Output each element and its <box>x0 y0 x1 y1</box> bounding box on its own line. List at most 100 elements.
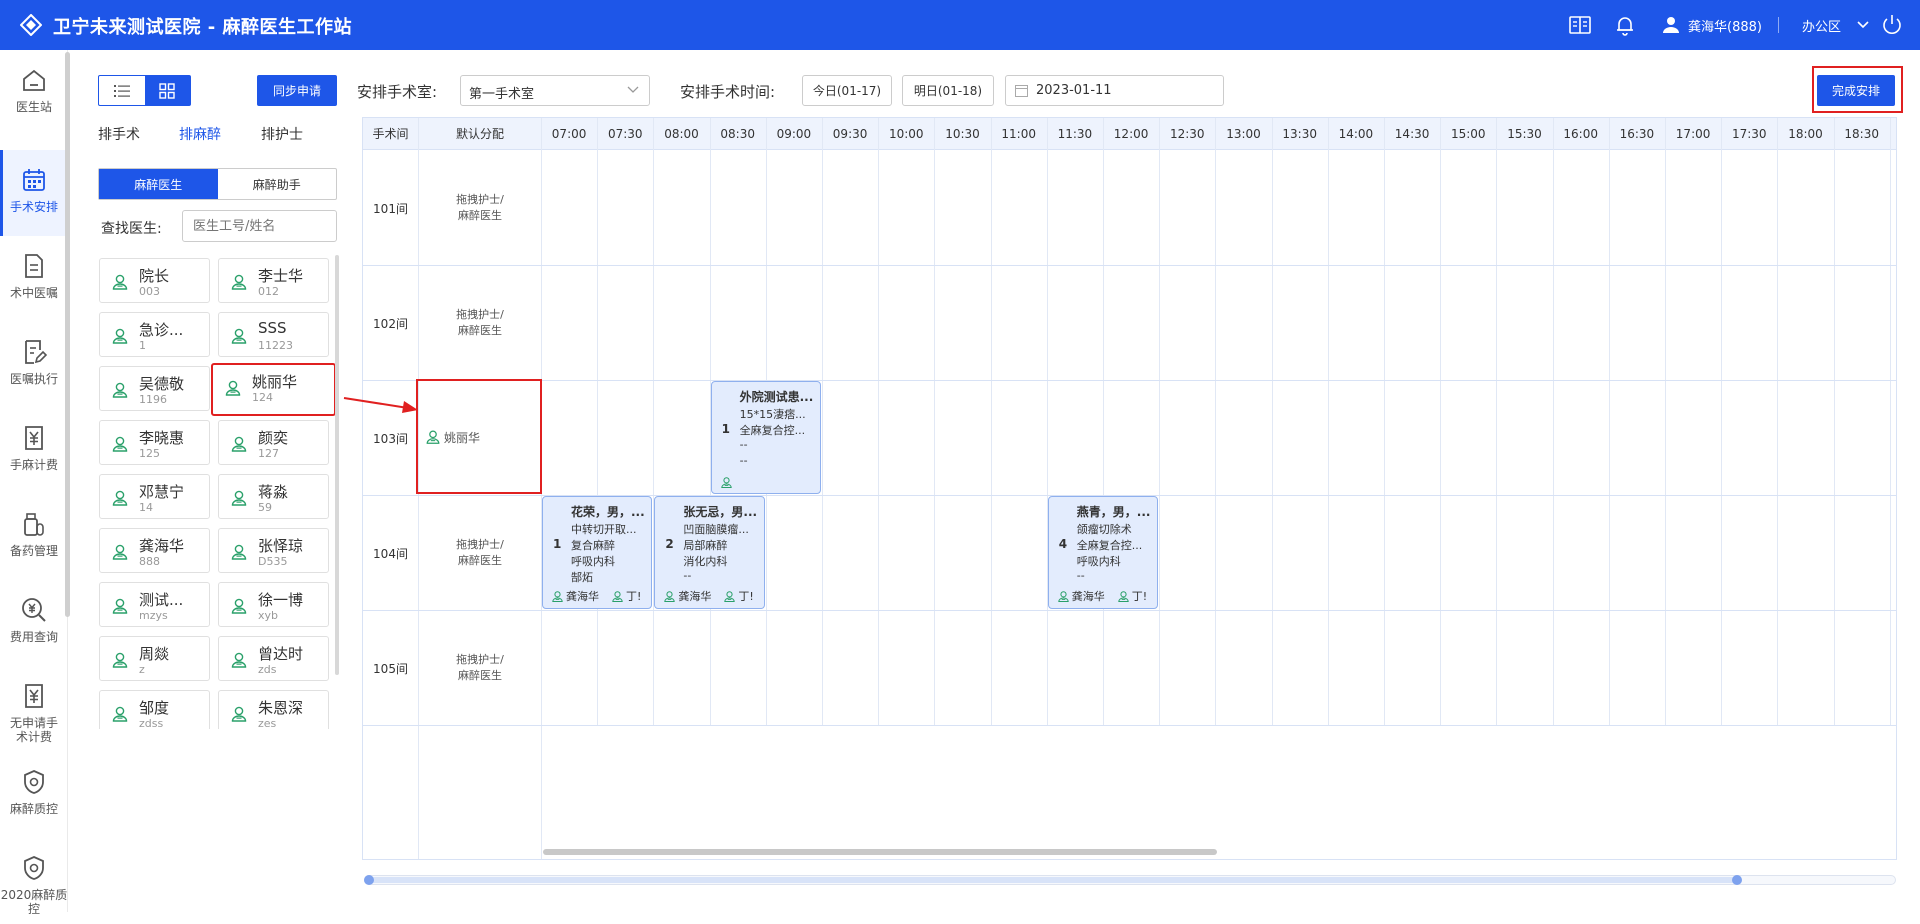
nav-item-unapplied-surgery-billing[interactable]: 无申请手术计费 <box>0 666 68 752</box>
room-select[interactable]: 第一手术室 <box>460 75 650 106</box>
nav-item-anesthesia-billing[interactable]: 手麻计费 <box>0 408 68 494</box>
time-range-slider[interactable] <box>364 875 1896 885</box>
doctor-name: SSS <box>258 319 287 337</box>
time-column-header: 17:00 <box>1675 127 1711 141</box>
nav-item-cost-query[interactable]: 费用查询 <box>0 580 68 666</box>
doctor-name: 急诊... <box>139 321 184 339</box>
office-selector[interactable]: 办公区 <box>1802 16 1841 35</box>
nav-item-order-execution[interactable]: 医嘱执行 <box>0 322 68 408</box>
doctor-card[interactable]: 曾达时 zds <box>218 636 329 681</box>
doctor-card[interactable]: SSS 11223 <box>218 312 329 357</box>
nav-label: 术中医嘱 <box>9 286 58 300</box>
nav-item-medicine-management[interactable]: 备药管理 <box>0 494 68 580</box>
calendar-icon <box>23 169 45 191</box>
nav-scrollbar[interactable] <box>65 52 70 617</box>
grid-column-line <box>1271 118 1273 725</box>
grid-horizontal-scrollbar[interactable] <box>543 849 1217 855</box>
staff-name: 丁! <box>738 590 754 603</box>
default-assign-dropzone[interactable]: 拖拽护士/麻醉医生 <box>419 537 541 569</box>
top-bar: 卫宁未来测试医院 - 麻醉医生工作站 龚海华(888) 办公区 <box>0 0 1920 50</box>
time-column-header: 08:30 <box>720 127 755 141</box>
doctor-card[interactable]: 测试... mzys <box>99 582 210 627</box>
slider-end-handle[interactable] <box>1732 875 1742 885</box>
tomorrow-button[interactable]: 明日(01-18) <box>902 75 994 106</box>
date-picker[interactable]: 2023-01-11 <box>1005 75 1224 106</box>
column-header-room: 手术间 <box>372 127 409 141</box>
doctor-card[interactable]: 徐一博 xyb <box>218 582 329 627</box>
nav-item-anesthesia-qc[interactable]: 麻醉质控 <box>0 752 68 838</box>
surgery-detail: 中转切开取... <box>571 523 637 536</box>
doctor-card[interactable]: 朱恩深 zes <box>218 690 329 729</box>
tab-schedule-surgery[interactable]: 排手术 <box>98 124 140 144</box>
nav-label: 费用查询 <box>9 630 58 644</box>
subtab-anesthesiologist[interactable]: 麻醉医生 <box>99 169 218 199</box>
staff-icon <box>1117 590 1130 603</box>
staff-name: 龚海华 <box>678 590 712 603</box>
doctor-card[interactable]: 姚丽华 124 <box>211 363 336 416</box>
column-header-default: 默认分配 <box>455 127 504 141</box>
calendar-icon <box>1015 85 1028 97</box>
list-view-button[interactable] <box>99 76 145 105</box>
today-button[interactable]: 今日(01-17) <box>802 75 892 106</box>
find-doctor-input[interactable] <box>182 210 337 242</box>
doctor-card[interactable]: 颜奕 127 <box>218 420 329 465</box>
surgery-card[interactable]: 张无忌，男... 2 凹面脑膜瘤... 局部麻醉 消化内科 -- 龚海华 丁! <box>654 496 765 609</box>
surgery-card[interactable]: 花荣，男，... 1 中转切开取... 复合麻醉 呼吸内科 郜炻 龚海华 丁! <box>542 496 653 609</box>
default-assign-dropzone[interactable]: 拖拽护士/麻醉医生 <box>419 307 541 339</box>
patient-title: 花荣，男，... <box>571 505 645 519</box>
doctor-card[interactable]: 急诊... 1 <box>99 312 210 357</box>
nav-item-surgery-schedule[interactable]: 手术安排 <box>0 150 68 236</box>
staff-icon <box>723 590 736 603</box>
doctor-card[interactable]: 邹度 zdss <box>99 690 210 729</box>
doctor-code: 1196 <box>139 393 167 406</box>
doctor-icon <box>230 705 248 723</box>
doctor-card[interactable]: 院长 003 <box>99 258 210 303</box>
grid-view-button[interactable] <box>144 76 190 105</box>
bell-icon[interactable] <box>1613 13 1637 37</box>
subtab-anesthesia-assistant[interactable]: 麻醉助手 <box>218 169 337 199</box>
doctor-card[interactable]: 龚海华 888 <box>99 528 210 573</box>
room-label: 104间 <box>373 546 408 561</box>
tab-schedule-nurse[interactable]: 排护士 <box>261 124 303 144</box>
grid-column-line <box>1046 118 1048 725</box>
sync-apply-button[interactable]: 同步申请 <box>257 75 337 106</box>
schedule-grid: 手术间 默认分配 07:00 07:30 08:00 08:30 09:00 09:30 1… <box>362 117 1897 860</box>
time-column-header: 08:00 <box>664 127 699 141</box>
surgery-card[interactable]: 燕青，男，... 4 颌瘤切除术 全麻复合控... 呼吸内科 -- 龚海华 丁! <box>1047 496 1159 609</box>
tab-schedule-anesthesia[interactable]: 排麻醉 <box>179 124 221 144</box>
time-column-header: 14:30 <box>1394 127 1430 141</box>
default-assign-dropzone[interactable]: 拖拽护士/麻醉医生 <box>419 652 541 684</box>
doctor-card[interactable]: 蒋淼 59 <box>218 474 329 519</box>
doctor-card[interactable]: 张怿琼 D535 <box>218 528 329 573</box>
doctor-code: 127 <box>258 447 279 460</box>
user-name[interactable]: 龚海华(888) <box>1688 16 1762 35</box>
doctor-list-scrollbar[interactable] <box>335 255 339 675</box>
nav-item-2020-anesthesia-qc[interactable]: 2020麻醉质控 <box>0 838 68 924</box>
doctor-card[interactable]: 吴德敬 1196 <box>99 366 210 411</box>
nav-item-doctor-station[interactable]: 医生站 <box>0 50 68 136</box>
default-assign-dropzone[interactable]: 拖拽护士/麻醉医生 <box>419 192 541 224</box>
surgery-card[interactable]: 外院测试患... 1 15*15淒痞... 全麻复合控... -- -- <box>710 381 821 494</box>
doctor-card[interactable]: 周燚 z <box>99 636 210 681</box>
doctor-icon <box>230 273 248 291</box>
time-column-header: 13:00 <box>1226 127 1261 141</box>
doctor-card[interactable]: 李士华 012 <box>218 258 329 303</box>
doctor-icon <box>111 327 129 345</box>
doctor-code: 1 <box>139 339 146 352</box>
time-column-header: 09:00 <box>776 127 812 141</box>
find-doctor-label: 查找医生: <box>101 221 162 237</box>
role-subtabs: 麻醉医生 麻醉助手 <box>98 168 337 200</box>
book-icon[interactable] <box>1568 13 1592 37</box>
doctor-card[interactable]: 李晓惠 125 <box>99 420 210 465</box>
nav-item-intraop-orders[interactable]: 术中医嘱 <box>0 236 68 322</box>
grid-column-line <box>1103 118 1104 725</box>
doctor-name: 徐一博 <box>258 591 304 609</box>
power-icon[interactable] <box>1880 13 1904 37</box>
doctor-name: 蒋淼 <box>258 483 289 501</box>
doctor-card[interactable]: 邓慧宁 14 <box>99 474 210 519</box>
chevron-down-icon[interactable] <box>1856 18 1870 32</box>
arrow-icon <box>343 397 418 413</box>
doctor-name: 朱恩深 <box>258 699 304 717</box>
doctor-name: 曾达时 <box>258 645 304 663</box>
slider-start-handle[interactable] <box>364 875 374 885</box>
